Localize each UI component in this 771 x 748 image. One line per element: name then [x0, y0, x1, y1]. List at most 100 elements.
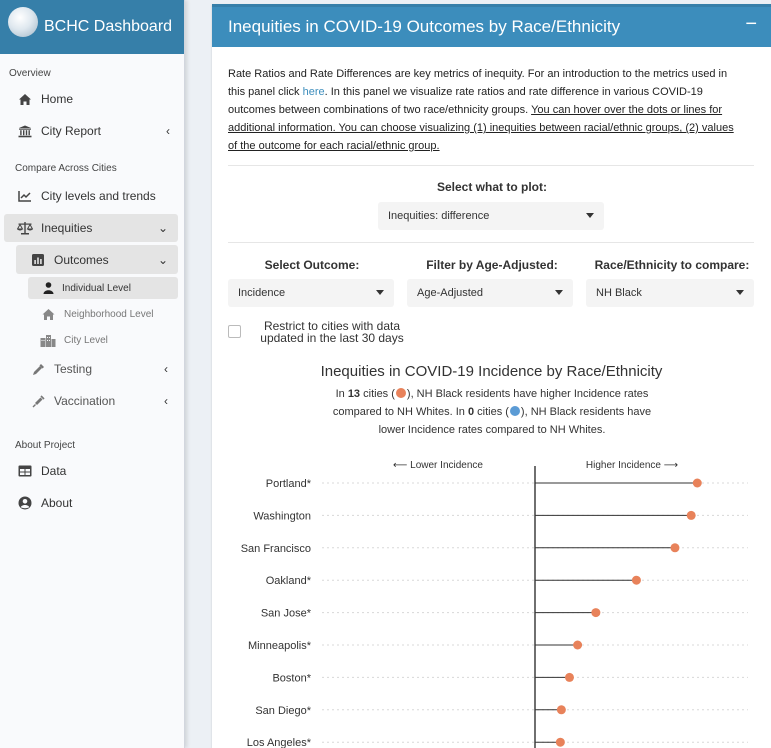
age-select-label: Filter by Age-Adjusted:: [426, 258, 558, 272]
app-title: BCHC Dashboard: [44, 18, 173, 35]
inequity-chart: ⟵ Lower Incidence Higher Incidence ⟶ Por…: [241, 460, 748, 748]
sidebar-item-label: Home: [41, 92, 74, 106]
city-dot[interactable]: [564, 672, 574, 682]
sidebar-item-city-levels[interactable]: City levels and trends: [0, 182, 184, 210]
plot-select[interactable]: Inequities: difference: [378, 202, 604, 230]
city-dot[interactable]: [591, 608, 601, 618]
sidebar-item-data[interactable]: Data: [0, 457, 184, 485]
caret-down-icon: [555, 290, 563, 295]
race-select-value: NH Black: [596, 287, 642, 299]
plot-select-label: Select what to plot:: [436, 180, 547, 194]
city-dot[interactable]: [555, 737, 565, 747]
home-icon: [40, 306, 56, 322]
sidebar-item-outcomes[interactable]: Outcomes ⌄: [16, 245, 178, 274]
chart-subtitle: In 13 cities (), NH Black residents have…: [322, 385, 662, 439]
higher-direction-label: Higher Incidence ⟶: [586, 460, 678, 471]
city-dot[interactable]: [631, 575, 641, 585]
outcome-select[interactable]: Incidence: [228, 279, 394, 307]
line-chart-icon: [17, 188, 33, 204]
chevron-left-icon: ‹: [164, 394, 168, 408]
city-icon: [40, 332, 56, 348]
divider: [228, 242, 754, 243]
overview-header: Overview: [9, 68, 51, 79]
city-label: Portland*: [266, 478, 312, 490]
city-label: Oakland*: [266, 575, 312, 587]
sidebar-item-city-report[interactable]: City Report ‹: [0, 117, 184, 145]
city-dot[interactable]: [692, 478, 702, 488]
bank-icon: [17, 123, 33, 139]
chevron-down-icon: ⌄: [157, 221, 168, 235]
lower-direction-label: ⟵ Lower Incidence: [393, 460, 483, 471]
bar-chart-icon: [30, 252, 46, 268]
chevron-down-icon: ⌄: [157, 252, 168, 267]
intro-text: Rate Ratios and Rate Differences are key…: [228, 65, 738, 155]
chart-title: Inequities in COVID-19 Incidence by Race…: [320, 363, 663, 380]
city-dot[interactable]: [573, 640, 583, 650]
sidebar-item-city-level[interactable]: City Level: [28, 329, 178, 351]
chart-subtitle-part: In: [335, 388, 348, 400]
city-dot[interactable]: [556, 705, 566, 715]
chart-subtitle-part: cities (: [360, 388, 395, 400]
sidebar-item-label: City Report: [41, 124, 102, 138]
lower-dot-icon: [509, 406, 520, 416]
sidebar-item-label: Outcomes: [54, 252, 109, 267]
sidebar-item-label: City Level: [64, 334, 108, 346]
logo-icon: [8, 7, 38, 37]
user-icon: [42, 280, 54, 296]
sidebar-item-label: Data: [41, 464, 67, 478]
sidebar-item-label: About: [41, 496, 73, 510]
collapse-button[interactable]: −: [745, 13, 757, 36]
balance-scale-icon: [17, 220, 33, 236]
sidebar-item-label: Vaccination: [54, 394, 116, 408]
divider: [228, 165, 754, 166]
city-label: San Francisco: [241, 543, 311, 555]
city-label: Los Angeles*: [247, 737, 312, 748]
race-select[interactable]: NH Black: [586, 279, 754, 307]
sidebar-item-label: Testing: [54, 362, 93, 376]
race-select-label: Race/Ethnicity to compare:: [594, 258, 750, 272]
caret-down-icon: [586, 213, 594, 218]
compare-header: Compare Across Cities: [15, 163, 117, 174]
chevron-left-icon: ‹: [166, 124, 170, 138]
outcome-select-label: Select Outcome:: [264, 258, 360, 272]
table-icon: [17, 463, 33, 479]
app-header: BCHC Dashboard: [0, 0, 184, 54]
about-project-header: About Project: [15, 440, 76, 451]
sidebar-item-neighborhood-level[interactable]: Neighborhood Level: [28, 303, 178, 325]
user-circle-icon: [17, 495, 33, 511]
sidebar-item-individual-level[interactable]: Individual Level: [28, 277, 178, 299]
home-icon: [17, 91, 33, 107]
restrict-checkbox-label: Restrict to cities with data updated in …: [260, 319, 404, 345]
eyedropper-icon: [30, 361, 46, 377]
higher-count: 13: [347, 388, 361, 400]
sidebar-item-about[interactable]: About: [0, 489, 184, 517]
city-dot[interactable]: [686, 510, 696, 520]
city-label: Washington: [253, 510, 311, 522]
sidebar-item-label: City levels and trends: [41, 189, 156, 203]
caret-down-icon: [376, 290, 384, 295]
age-select-value: Age-Adjusted: [417, 287, 484, 299]
sidebar-item-label: Neighborhood Level: [64, 308, 154, 320]
age-select[interactable]: Age-Adjusted: [407, 279, 573, 307]
intro-link[interactable]: here: [303, 86, 325, 98]
city-dot[interactable]: [670, 543, 680, 553]
sidebar-item-vaccination[interactable]: Vaccination ‹: [16, 386, 178, 416]
chart-subtitle-part: cities (: [474, 406, 509, 418]
city-label: Boston*: [272, 672, 311, 684]
sidebar-item-testing[interactable]: Testing ‹: [16, 354, 178, 384]
restrict-checkbox[interactable]: [228, 325, 241, 338]
city-label: San Jose*: [261, 608, 312, 620]
sidebar-item-home[interactable]: Home: [0, 85, 184, 113]
sidebar-item-label: Individual Level: [62, 282, 131, 294]
panel-title: Inequities in COVID-19 Outcomes by Race/…: [228, 17, 621, 36]
sidebar-item-label: Inequities: [41, 221, 93, 235]
city-label: Minneapolis*: [248, 640, 312, 652]
outcome-select-value: Incidence: [238, 287, 286, 299]
sidebar-item-inequities[interactable]: Inequities ⌄: [4, 214, 178, 242]
caret-down-icon: [736, 290, 744, 295]
sidebar: BCHC Dashboard Overview Home City Report…: [0, 0, 185, 748]
panel-header: Inequities in COVID-19 Outcomes by Race/…: [212, 7, 771, 47]
inequities-panel: Inequities in COVID-19 Outcomes by Race/…: [212, 4, 771, 748]
higher-dot-icon: [395, 388, 406, 398]
city-label: San Diego*: [255, 705, 311, 717]
